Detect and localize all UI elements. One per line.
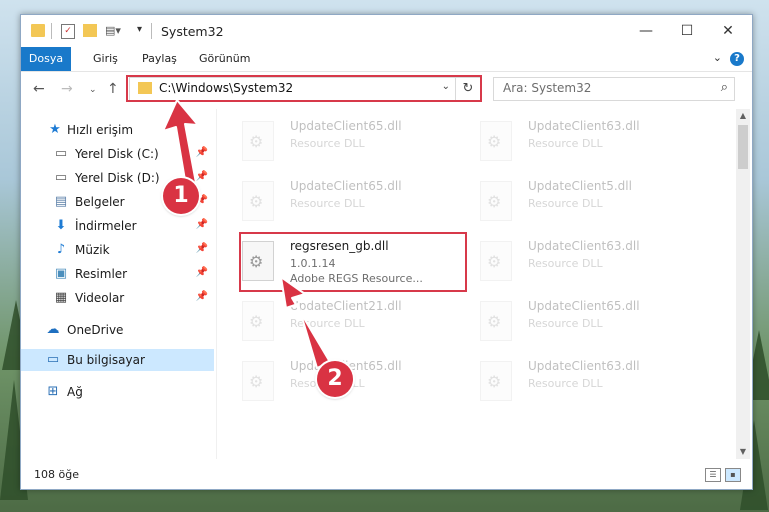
step-2-badge: 2 — [317, 361, 353, 397]
arrow-1 — [162, 99, 199, 187]
arrow-2 — [280, 276, 331, 369]
annotation-arrows — [162, 99, 331, 369]
step-1-badge: 1 — [163, 178, 199, 214]
